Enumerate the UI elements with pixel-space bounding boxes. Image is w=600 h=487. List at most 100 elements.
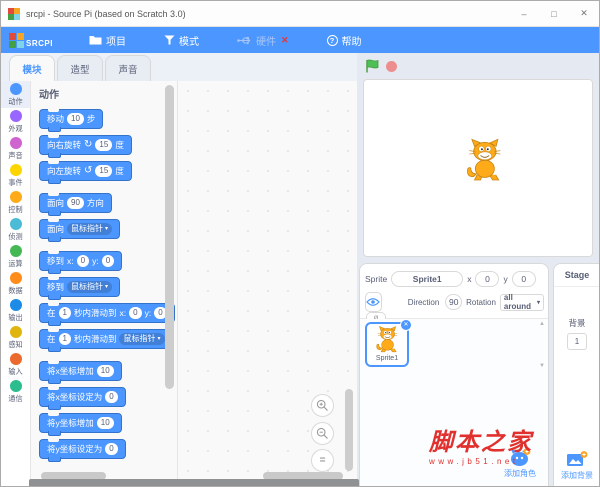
category-控制[interactable]: 控制	[1, 189, 30, 216]
zoom-out-button[interactable]	[311, 422, 334, 445]
category-输出[interactable]: 输出	[1, 297, 30, 324]
menu-item-help[interactable]: ? 帮助	[315, 27, 374, 53]
menu-item-hardware[interactable]: 硬件 ✕	[225, 27, 301, 53]
palette-block[interactable]: 将y坐标设定为 0	[39, 439, 126, 462]
block-text: 在	[47, 308, 56, 318]
menu-item-label: 项目	[105, 36, 126, 48]
scripts-canvas[interactable]	[178, 81, 357, 480]
chevron-down-icon: ▾	[157, 336, 161, 342]
palette-block[interactable]: 面向 90 方向	[39, 193, 112, 216]
block-number-input[interactable]: 10	[67, 113, 84, 125]
title-bar: srcpi - Source Pi (based on Scratch 3.0)…	[1, 1, 599, 27]
scroll-up-icon[interactable]: ▲	[539, 321, 545, 327]
category-感知[interactable]: 感知	[1, 324, 30, 351]
category-数据[interactable]: 数据	[1, 270, 30, 297]
zoom-reset-button[interactable]: =	[311, 449, 334, 472]
stop-button[interactable]	[386, 60, 397, 72]
block-text: 向右旋转	[47, 140, 82, 150]
block-number-input[interactable]: 0	[129, 307, 142, 319]
scripts-v-scrollbar[interactable]	[345, 389, 353, 471]
sprite-name-input[interactable]: Sprite1	[391, 271, 464, 287]
stage-selector-panel[interactable]: Stage 背景 1 添加背景	[553, 263, 599, 486]
add-sprite-button[interactable]: 添加角色	[504, 447, 536, 479]
delete-sprite-button[interactable]: ✕	[400, 319, 412, 331]
direction-input[interactable]: 90	[445, 294, 463, 310]
palette-blocks: 移动 10 步向右旋转 ↻ 15 度向左旋转 ↺ 15 度面向 90 方向 面向 鼠标指针 ▾ 移到 x: 0 y…	[39, 109, 177, 462]
palette-block[interactable]: 将x坐标设定为 0	[39, 387, 126, 410]
sprite-x-input[interactable]: 0	[475, 271, 500, 287]
block-dropdown[interactable]: 鼠标指针 ▾	[119, 333, 165, 345]
palette-block[interactable]: 向左旋转 ↺ 15 度	[39, 161, 132, 184]
category-label: 外观	[8, 123, 23, 133]
sprite-y-input[interactable]: 0	[511, 271, 536, 287]
palette-block[interactable]: 向右旋转 ↻ 15 度	[39, 135, 132, 158]
add-backdrop-button[interactable]: 添加背景	[561, 450, 593, 481]
block-text: x:	[119, 308, 127, 318]
menu-item-project[interactable]: 项目	[77, 27, 138, 53]
backdrop-label: 背景	[568, 318, 586, 328]
palette-block[interactable]: 在 1 秒内滑动到 x: 0 y: 0	[39, 303, 175, 326]
block-number-input[interactable]: 0	[105, 391, 118, 403]
stage-sprite-cat[interactable]	[465, 138, 503, 184]
green-flag-button[interactable]	[365, 59, 379, 73]
tab-sounds[interactable]: 声音	[105, 55, 151, 81]
block-number-input[interactable]: 15	[95, 139, 113, 151]
block-text: 在	[47, 334, 56, 344]
block-text: 度	[115, 166, 124, 176]
menu-item-mode[interactable]: 模式	[152, 27, 211, 53]
category-通信[interactable]: 通信	[1, 378, 30, 405]
palette-block[interactable]: 移到 鼠标指针 ▾	[39, 277, 121, 300]
category-输入[interactable]: 输入	[1, 351, 30, 378]
stage-panel-title: Stage	[554, 264, 599, 287]
category-外观[interactable]: 外观	[1, 108, 30, 135]
stage[interactable]	[363, 79, 593, 257]
palette-block[interactable]: 在 1 秒内滑动到 鼠标指针 ▾	[39, 329, 173, 352]
category-动作[interactable]: 动作	[1, 81, 30, 108]
category-color-dot	[9, 109, 22, 122]
block-number-input[interactable]: 10	[96, 417, 114, 429]
category-label: 侦测	[8, 231, 23, 241]
palette-scrollbar[interactable]	[165, 85, 174, 389]
category-事件[interactable]: 事件	[1, 162, 30, 189]
block-number-input[interactable]: 0	[101, 255, 115, 267]
palette-block[interactable]: 移动 10 步	[39, 109, 104, 132]
block-number-input[interactable]: 0	[105, 443, 118, 455]
sprite-thumbnail[interactable]: Sprite1 ✕	[365, 319, 412, 367]
block-number-input[interactable]: 10	[96, 365, 114, 377]
palette-block[interactable]: 将x坐标增加 10	[39, 361, 122, 384]
block-number-input[interactable]: 1	[58, 307, 71, 319]
category-侦测[interactable]: 侦测	[1, 216, 30, 243]
category-color-dot	[9, 217, 22, 230]
minimize-button[interactable]: –	[509, 1, 539, 26]
zoom-in-button[interactable]	[311, 394, 334, 417]
category-label: 事件	[8, 177, 23, 187]
block-number-input[interactable]: 15	[95, 165, 113, 177]
show-sprite-button[interactable]	[365, 292, 382, 312]
block-number-input[interactable]: 90	[67, 197, 84, 209]
rotation-select[interactable]: all around ▾	[499, 293, 544, 311]
tab-blocks[interactable]: 模块	[9, 55, 55, 81]
tab-costumes[interactable]: 造型	[57, 55, 103, 81]
bottom-scrollbar-track[interactable]	[29, 479, 359, 486]
add-backdrop-icon	[567, 451, 588, 466]
rotation-label: Rotation	[466, 297, 496, 307]
block-text: 秒内滑动到	[73, 308, 117, 318]
hide-sprite-button[interactable]: ø	[366, 312, 386, 319]
category-声音[interactable]: 声音	[1, 135, 30, 162]
close-button[interactable]: ✕	[569, 1, 599, 26]
block-number-input[interactable]: 1	[58, 333, 71, 345]
palette-block[interactable]: 移到 x: 0 y: 0	[39, 251, 123, 274]
category-运算[interactable]: 运算	[1, 243, 30, 270]
backdrop-thumbnail[interactable]: 1	[567, 333, 587, 350]
block-dropdown[interactable]: 鼠标指针 ▾	[67, 281, 113, 293]
hardware-disconnected-icon: ✕	[280, 34, 289, 45]
block-text: 度	[115, 140, 124, 150]
block-text: y:	[144, 308, 152, 318]
palette-block[interactable]: 面向 鼠标指针 ▾	[39, 219, 121, 242]
block-dropdown[interactable]: 鼠标指针 ▾	[67, 223, 113, 235]
maximize-button[interactable]: □	[539, 1, 569, 26]
tab-bar: 模块 造型 声音	[1, 53, 357, 81]
block-number-input[interactable]: 0	[76, 255, 90, 267]
palette-block[interactable]: 将y坐标增加 10	[39, 413, 122, 436]
scroll-down-icon[interactable]: ▼	[539, 363, 545, 369]
